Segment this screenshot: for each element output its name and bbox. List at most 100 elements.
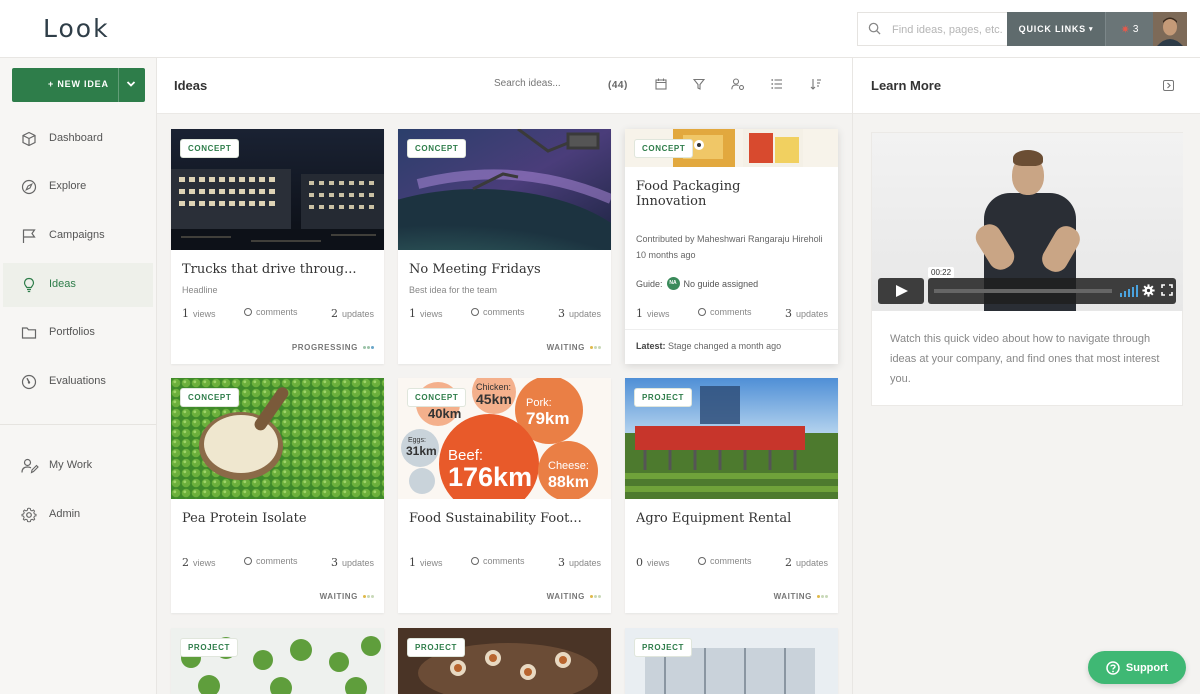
help-circle-icon (1106, 660, 1120, 675)
updates-label: updates (568, 558, 601, 568)
progress-dots-icon (589, 592, 601, 601)
guide-label: Guide: (636, 278, 663, 289)
idea-card[interactable]: CONCEPT Pea Protein Isolate 2 views comme… (171, 378, 384, 613)
ideas-search-input[interactable] (494, 78, 584, 89)
idea-card[interactable]: CONCEPT Trucks that drive throug... Head… (171, 129, 384, 364)
video-description: Watch this quick video about how to navi… (890, 333, 1160, 385)
chart-label: 88km (548, 474, 589, 491)
sidebar-item-portfolios[interactable]: Portfolios (3, 311, 153, 355)
comments-label: comments (710, 556, 752, 566)
comment-circle-icon (698, 308, 706, 316)
idea-title[interactable]: Agro Equipment Rental (636, 511, 831, 526)
comments-stat: comments (698, 556, 752, 566)
idea-card-expanded[interactable]: CONCEPT Food Packaging Innovation Contri… (625, 129, 838, 364)
quick-links-label: QUICK LINKS (1018, 24, 1086, 34)
views-count: 1 (636, 307, 643, 320)
stage-badge: PROJECT (408, 639, 464, 656)
video-card: 00:22 Watch this quick video about how t… (871, 132, 1183, 406)
support-button[interactable]: Support (1088, 651, 1186, 684)
chart-label: 176km (448, 462, 532, 492)
guide-row: Guide: NA No guide assigned (636, 277, 758, 290)
updates-stat: 3 updates (331, 556, 374, 569)
sidebar: + NEW IDEA Dashboard Explore Campaigns I… (0, 58, 157, 694)
filter-icon[interactable] (693, 78, 705, 90)
updates-stat: 3 updates (558, 556, 601, 569)
idea-title[interactable]: Pea Protein Isolate (182, 511, 377, 526)
idea-card[interactable]: 40km Chicken: 45km Pork: 79km Beef: 176k… (398, 378, 611, 613)
quick-links-button[interactable]: QUICK LINKS ▾ (1007, 12, 1105, 46)
views-stat: 1 views (409, 556, 443, 569)
sidebar-item-my-work[interactable]: My Work (3, 444, 153, 488)
sidebar-item-admin[interactable]: Admin (3, 493, 153, 537)
chevron-down-icon: ▾ (1088, 26, 1094, 33)
comments-stat: comments (471, 556, 525, 566)
learn-more-title: Learn More (871, 78, 942, 93)
updates-label: updates (341, 309, 374, 319)
list-icon[interactable] (771, 78, 783, 90)
idea-title[interactable]: No Meeting Fridays (409, 262, 604, 277)
idea-card[interactable]: PROJECT (171, 628, 384, 694)
compass-icon (21, 179, 37, 195)
sidebar-item-dashboard[interactable]: Dashboard (3, 117, 153, 161)
global-search-input[interactable] (892, 20, 1004, 40)
calendar-icon[interactable] (655, 78, 667, 90)
sidebar-item-label: Explore (49, 180, 87, 192)
updates-count: 3 (557, 307, 565, 320)
video-player[interactable]: 00:22 (872, 133, 1183, 311)
sidebar-item-ideas[interactable]: Ideas (3, 263, 153, 307)
sidebar-item-explore[interactable]: Explore (3, 165, 153, 209)
sidebar-item-label: My Work (49, 459, 93, 471)
user-settings-icon[interactable] (731, 78, 745, 90)
status-label: PROGRESSING (291, 343, 358, 352)
video-progress-bar[interactable] (934, 289, 1112, 293)
top-bar: Look QUICK LINKS ▾ ✷ 3 (0, 0, 1200, 58)
sort-icon[interactable] (810, 78, 822, 90)
global-search (857, 12, 1007, 46)
video-controls: 00:22 (878, 267, 1176, 304)
idea-subtitle: Best idea for the team (409, 285, 498, 295)
stage-badge: PROJECT (635, 639, 691, 656)
video-timestamp: 00:22 (928, 267, 955, 278)
idea-title[interactable]: Trucks that drive throug... (182, 262, 377, 277)
stage-badge: CONCEPT (181, 389, 239, 406)
collapse-panel-icon[interactable] (1163, 80, 1174, 91)
views-count: 1 (409, 307, 416, 320)
idea-card[interactable]: PROJECT (398, 628, 611, 694)
idea-card[interactable]: CONCEPT No Meeting Fridays Best idea for… (398, 129, 611, 364)
views-label: views (420, 558, 443, 568)
comments-label: comments (483, 307, 525, 317)
idea-card[interactable]: PROJECT Agro Equipment Rental 0 views com… (625, 378, 838, 613)
new-idea-button[interactable]: + NEW IDEA (12, 68, 145, 102)
comment-circle-icon (244, 308, 252, 316)
views-label: views (420, 309, 443, 319)
idea-card-image (171, 628, 384, 694)
play-button[interactable] (878, 278, 924, 304)
sidebar-item-label: Portfolios (49, 326, 95, 338)
status-badge: WAITING (547, 592, 601, 601)
sidebar-item-label: Ideas (49, 278, 76, 290)
fullscreen-icon[interactable] (1161, 284, 1173, 296)
status-label: WAITING (546, 592, 585, 601)
sidebar-item-evaluations[interactable]: Evaluations (3, 360, 153, 404)
notifications-button[interactable]: ✷ 3 (1105, 12, 1153, 46)
sidebar-item-campaigns[interactable]: Campaigns (3, 214, 153, 258)
updates-count: 3 (330, 556, 338, 569)
updates-count: 2 (330, 307, 338, 320)
sidebar-item-label: Dashboard (49, 132, 103, 144)
idea-title[interactable]: Food Packaging Innovation (636, 179, 740, 209)
app-logo[interactable]: Look (43, 14, 110, 43)
status-badge: WAITING (320, 592, 374, 601)
gear-icon[interactable] (1142, 284, 1155, 297)
idea-subtitle: Headline (182, 285, 218, 295)
views-stat: 1 views (636, 307, 670, 320)
stage-badge: CONCEPT (635, 140, 693, 157)
ideas-count: (44) (608, 80, 628, 91)
idea-card[interactable]: PROJECT (625, 628, 838, 694)
views-stat: 0 views (636, 556, 670, 569)
volume-icon[interactable] (1120, 285, 1138, 297)
timestamp: 10 months ago (636, 250, 696, 260)
idea-title[interactable]: Food Sustainability Foot... (409, 511, 604, 526)
user-avatar[interactable] (1153, 12, 1187, 46)
comments-label: comments (710, 307, 752, 317)
chevron-down-icon[interactable] (126, 79, 136, 89)
